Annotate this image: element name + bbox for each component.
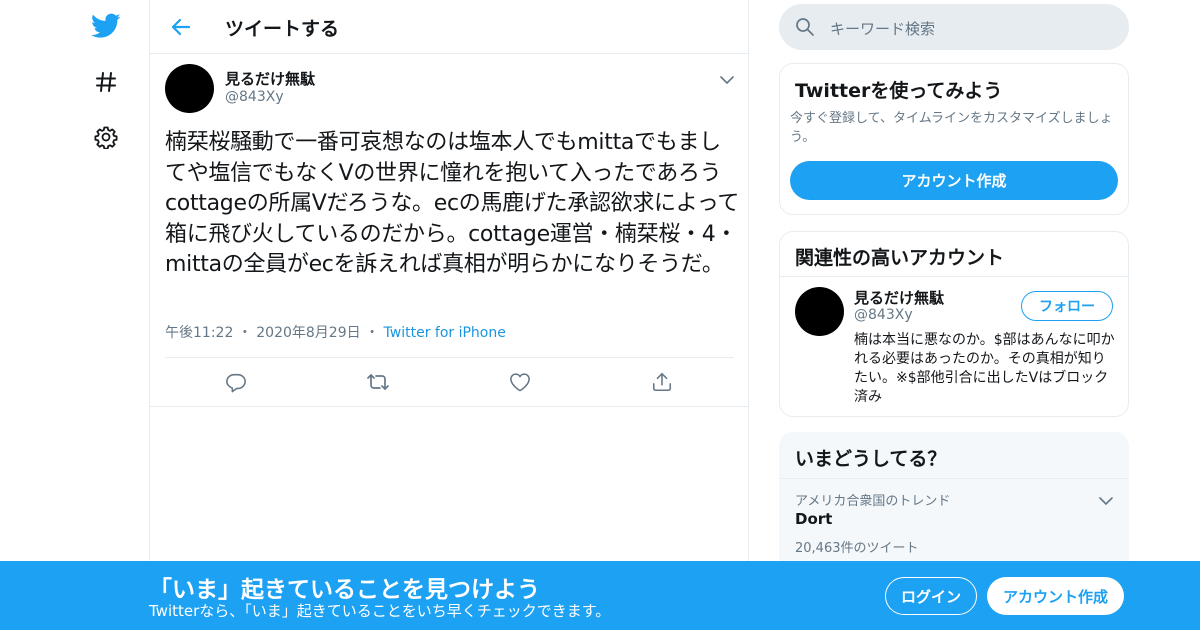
- banner-subtitle: Twitterなら、「いま」起きていることをいち早くチェックできます。: [149, 602, 611, 620]
- create-account-button[interactable]: アカウント作成: [790, 161, 1118, 200]
- search-icon: [795, 17, 815, 41]
- hashtag-icon[interactable]: [90, 66, 122, 98]
- page: ツイートする 見るだけ無駄 @843Xy 楠栞桜騒動で一番可哀想なのは塩本人でも…: [0, 0, 1200, 630]
- trends-card-title: いまどうしてる？: [795, 448, 947, 470]
- chevron-down-icon[interactable]: [720, 70, 734, 89]
- retweet-icon[interactable]: [366, 370, 390, 394]
- related-card-title: 関連性の高いアカウント: [795, 247, 1005, 269]
- page-title: ツイートする: [225, 18, 340, 40]
- tweet-time: 午後11:22: [165, 325, 234, 341]
- left-nav: [80, 0, 130, 630]
- signup-banner: 「いま」起きていることを見つけよう Twitterなら、「いま」起きていることを…: [0, 561, 1200, 630]
- banner-title: 「いま」起きていることを見つけよう: [149, 577, 540, 603]
- trend-count: 20,463件のツイート: [795, 541, 919, 556]
- tweet: 見るだけ無駄 @843Xy 楠栞桜騒動で一番可哀想なのは塩本人でもmittaでも…: [150, 54, 748, 407]
- reply-icon[interactable]: [224, 370, 248, 394]
- avatar[interactable]: [795, 287, 844, 336]
- share-icon[interactable]: [650, 370, 674, 394]
- search-placeholder: キーワード検索: [830, 20, 936, 38]
- search-input[interactable]: キーワード検索: [779, 4, 1129, 50]
- tweet-source-link[interactable]: Twitter for iPhone: [384, 325, 506, 341]
- divider: [780, 276, 1128, 277]
- gear-icon[interactable]: [90, 121, 122, 153]
- chevron-down-icon[interactable]: [1099, 491, 1113, 510]
- banner-create-account-button[interactable]: アカウント作成: [987, 577, 1124, 615]
- signup-card-description: 今すぐ登録して、タイムラインをカスタマイズしましょう。: [790, 111, 1113, 145]
- divider: [165, 357, 734, 358]
- meta-separator: ・: [365, 325, 380, 341]
- trend-location: アメリカ合衆国のトレンド: [795, 494, 951, 509]
- author-handle[interactable]: @843Xy: [225, 89, 284, 105]
- divider: [780, 478, 1128, 479]
- tweet-text: 楠栞桜騒動で一番可哀想なのは塩本人でもmittaでもましてや塩信でもなくVの世界…: [165, 130, 740, 277]
- related-account-handle[interactable]: @843Xy: [854, 307, 913, 323]
- meta-separator: ・: [237, 325, 252, 341]
- tweet-date[interactable]: 2020年8月29日: [256, 325, 360, 341]
- like-icon[interactable]: [508, 370, 532, 394]
- related-accounts-card: 関連性の高いアカウント 見るだけ無駄 @843Xy フォロー 楠は本当に悪なのか…: [779, 231, 1129, 417]
- signup-card-title: Twitterを使ってみよう: [795, 80, 1003, 102]
- twitter-bird-icon[interactable]: [90, 10, 122, 42]
- related-account-name[interactable]: 見るだけ無駄: [854, 287, 944, 308]
- signup-card: Twitterを使ってみよう 今すぐ登録して、タイムラインをカスタマイズしましょ…: [779, 63, 1129, 215]
- main-header: ツイートする: [150, 0, 748, 54]
- trend-name[interactable]: Dort: [795, 510, 832, 528]
- main-column: ツイートする 見るだけ無駄 @843Xy 楠栞桜騒動で一番可哀想なのは塩本人でも…: [149, 0, 749, 630]
- related-account-bio: 楠は本当に悪なのか。$部はあんなに叩かれる必要はあったのか。その真相が知りたい。…: [854, 332, 1115, 405]
- back-arrow-icon[interactable]: [168, 14, 194, 40]
- avatar[interactable]: [165, 64, 214, 113]
- tweet-meta: 午後11:22 ・ 2020年8月29日 ・ Twitter for iPhon…: [165, 322, 506, 342]
- author-name[interactable]: 見るだけ無駄: [225, 68, 315, 89]
- login-button[interactable]: ログイン: [885, 577, 977, 615]
- follow-button[interactable]: フォロー: [1021, 291, 1113, 321]
